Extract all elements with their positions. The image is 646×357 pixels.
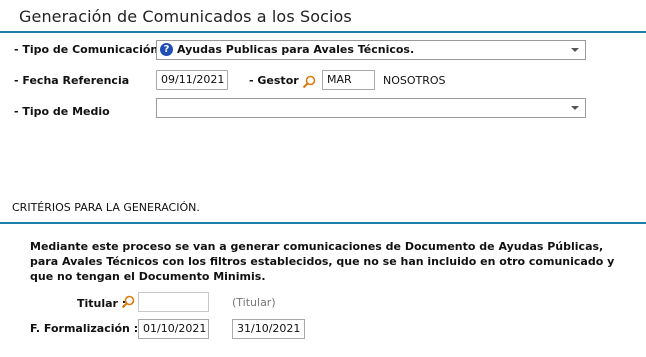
criterios-divider <box>0 222 646 224</box>
gestor-code-input[interactable]: MAR <box>322 70 375 90</box>
chevron-down-icon[interactable] <box>571 106 579 110</box>
tipo-medio-select[interactable] <box>156 98 586 118</box>
tipo-comunicacion-value: Ayudas Publicas para Avales Técnicos. <box>177 43 415 56</box>
titular-label: Titular : <box>77 297 127 310</box>
page-title: Generación de Comunicados a los Socios <box>19 7 352 26</box>
tipo-comunicacion-label: - Tipo de Comunicación <box>14 43 159 56</box>
criterios-heading: CRITÉRIOS PARA LA GENERACIÓN. <box>12 201 200 214</box>
magnifier-icon[interactable] <box>302 75 316 89</box>
header-divider <box>0 31 646 33</box>
titular-hint: (Titular) <box>232 296 276 309</box>
fecha-referencia-input[interactable]: 09/11/2021 <box>156 70 228 90</box>
formalizacion-label: F. Formalización : <box>30 322 139 335</box>
magnifier-icon[interactable] <box>121 295 135 309</box>
chevron-down-icon[interactable] <box>571 48 579 52</box>
question-icon: ? <box>160 43 173 56</box>
tipo-medio-label: - Tipo de Medio <box>14 105 110 118</box>
criterios-description: Mediante este proceso se van a generar c… <box>30 240 615 283</box>
gestor-label: - Gestor <box>249 74 299 87</box>
formalizacion-from-input[interactable]: 01/10/2021 <box>138 319 209 339</box>
formalizacion-to-input[interactable]: 31/10/2021 <box>232 319 305 339</box>
gestor-name: NOSOTROS <box>383 74 446 87</box>
titular-input[interactable] <box>138 292 209 312</box>
fecha-referencia-label: - Fecha Referencia <box>14 74 130 87</box>
tipo-comunicacion-select[interactable]: ? Ayudas Publicas para Avales Técnicos. <box>156 40 586 60</box>
